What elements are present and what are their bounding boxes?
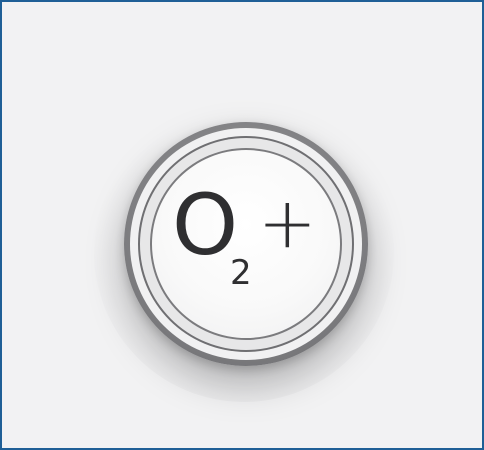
button-bezel: O 2 + bbox=[140, 138, 352, 350]
label-o: O bbox=[172, 176, 239, 274]
button-face[interactable]: O 2 + bbox=[150, 148, 342, 340]
label-plus: + bbox=[258, 182, 317, 264]
o2-plus-label: O 2 + bbox=[150, 148, 342, 340]
button-outer-ring: O 2 + bbox=[130, 128, 362, 360]
button-inner-ring: O 2 + bbox=[138, 136, 354, 352]
oxygen-plus-button[interactable]: O 2 + bbox=[124, 122, 368, 366]
control-panel: O 2 + bbox=[0, 0, 484, 450]
label-subscript-2: 2 bbox=[230, 253, 252, 293]
